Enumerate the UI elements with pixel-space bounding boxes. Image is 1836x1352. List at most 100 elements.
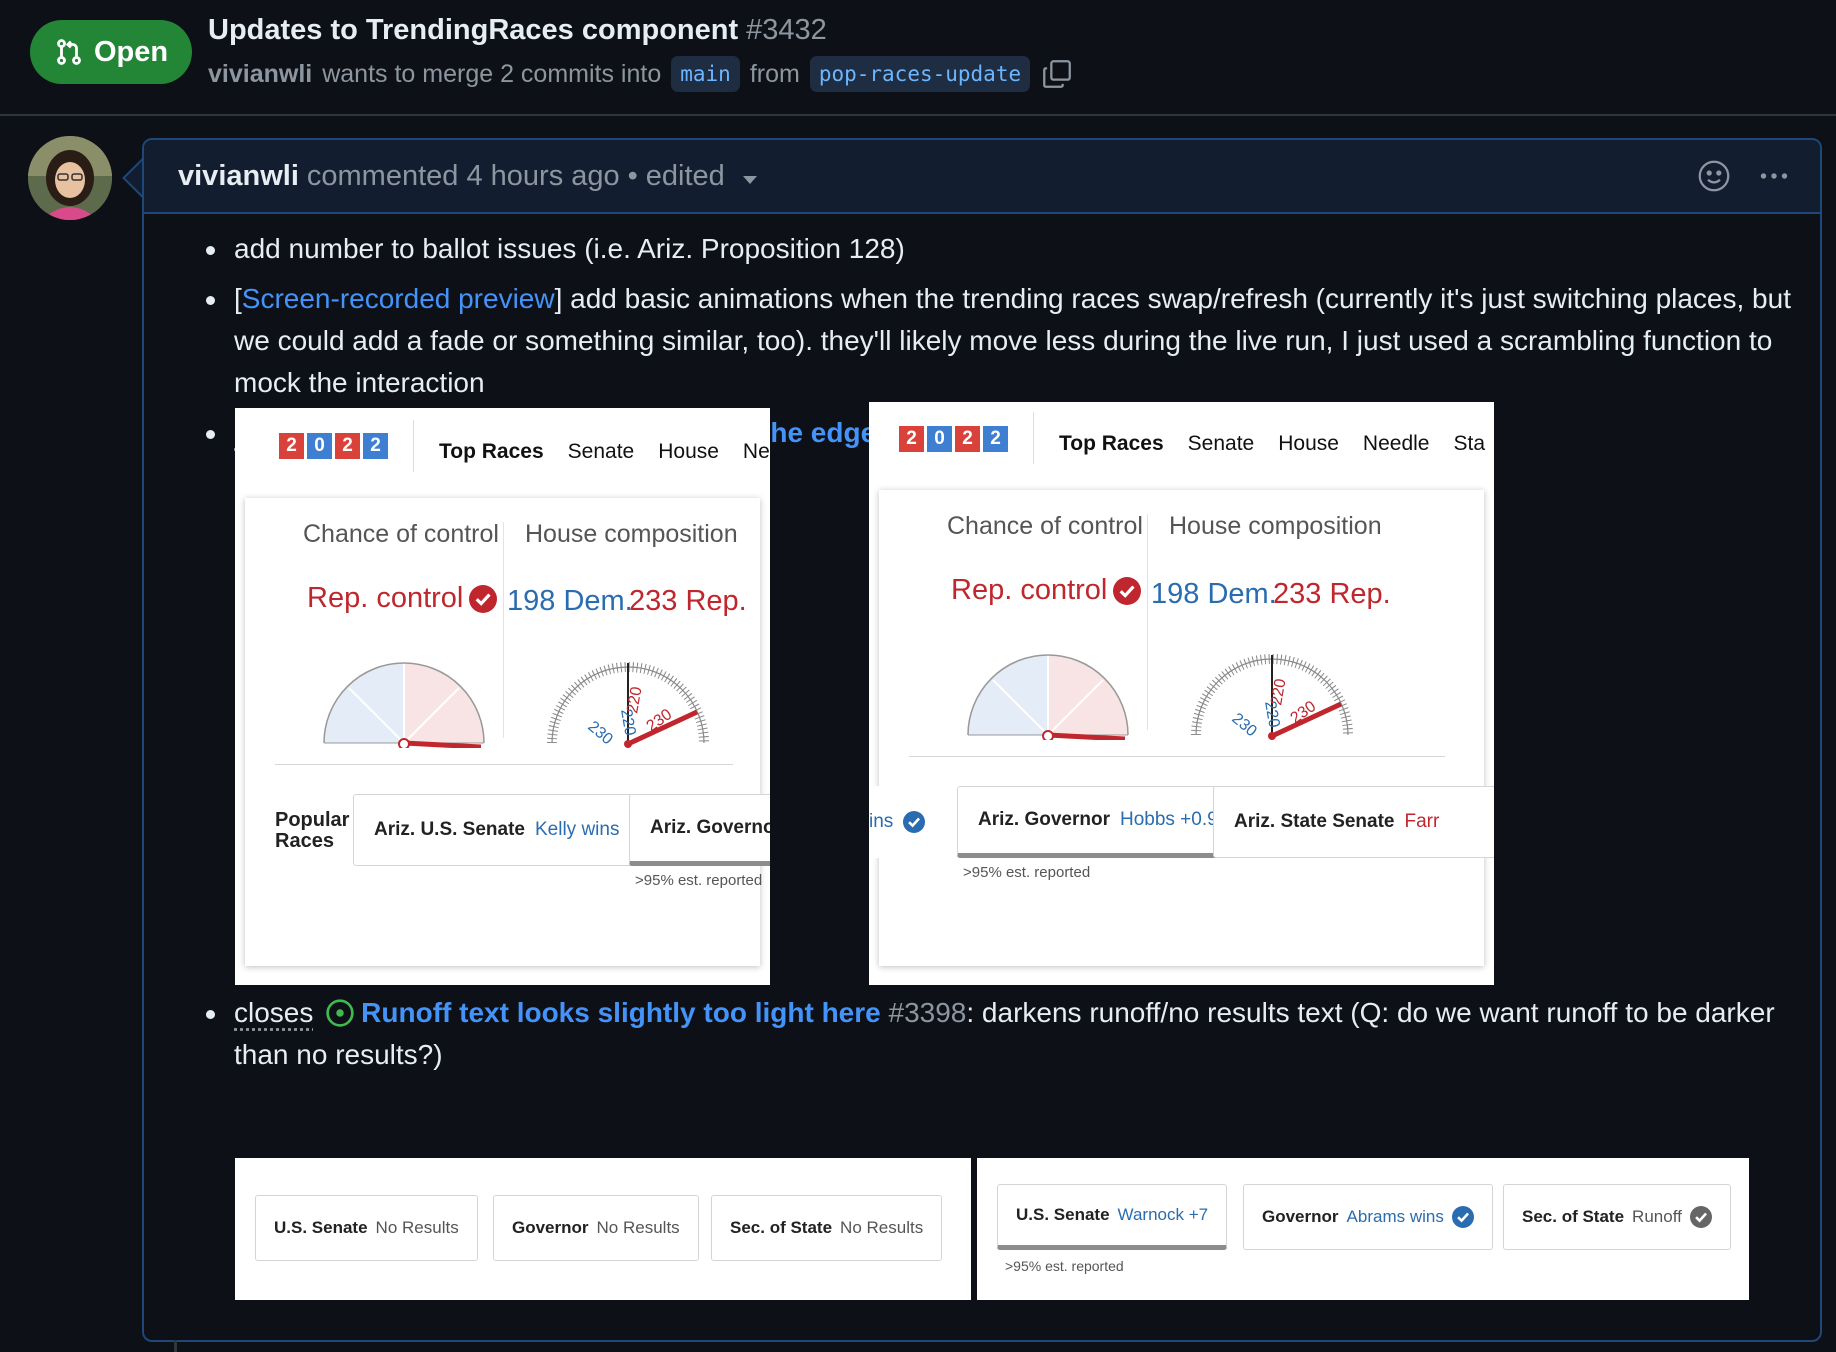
check-circle-icon bbox=[903, 811, 925, 833]
race-card[interactable]: Sec. of State No Results bbox=[711, 1195, 942, 1261]
pr-title-text: Updates to TrendingRaces component bbox=[208, 14, 738, 46]
nav-divider bbox=[413, 420, 414, 472]
race-name: Sec. of State bbox=[1522, 1207, 1624, 1227]
screenshot-right: 2 0 2 2 Top Races Senate House Needle St… bbox=[869, 402, 1494, 985]
race-card[interactable]: U.S. Senate No Results bbox=[255, 1195, 478, 1261]
est-reported: >95% est. reported bbox=[1005, 1258, 1124, 1274]
meta-separator: • bbox=[628, 160, 638, 193]
avatar[interactable] bbox=[28, 136, 112, 220]
race-card[interactable]: Ariz. Governor Hobbs +0.99 bbox=[957, 786, 1249, 858]
tab-needle[interactable]: Needle bbox=[1363, 432, 1430, 456]
dem-seat-count: 198 Dem. bbox=[1151, 578, 1277, 611]
runoff-screenshot-before: U.S. Senate No Results Governor No Resul… bbox=[235, 1158, 971, 1300]
nav-tabs: Top Races Senate House Needle Sta bbox=[1059, 432, 1485, 456]
race-card[interactable]: Ariz. U.S. Senate Kelly wins bbox=[353, 794, 672, 866]
rep-control-label: Rep. control bbox=[951, 574, 1107, 607]
logo-digit: 2 bbox=[899, 426, 924, 452]
chance-of-control-title: Chance of control bbox=[947, 512, 1143, 541]
tab-house[interactable]: House bbox=[658, 440, 719, 464]
comment-timestamp[interactable]: commented 4 hours ago bbox=[307, 160, 620, 193]
merge-text: wants to merge 2 commits into bbox=[322, 60, 661, 89]
control-gauge bbox=[319, 658, 489, 748]
copy-icon[interactable] bbox=[1040, 57, 1074, 91]
race-name: Ariz. Governor bbox=[650, 817, 770, 839]
race-name: U.S. Senate bbox=[274, 1218, 368, 1238]
popular-races-label: Popular Races bbox=[275, 810, 355, 852]
gauge-label: 230 bbox=[584, 718, 615, 748]
comment-header: vivianwli commented 4 hours ago • edited bbox=[144, 140, 1820, 214]
race-status: ins bbox=[869, 811, 893, 833]
pr-title: Updates to TrendingRaces component #3432 bbox=[208, 14, 827, 47]
head-branch[interactable]: pop-races-update bbox=[810, 56, 1030, 92]
race-status: Kelly wins bbox=[535, 819, 619, 841]
pr-status-label: Open bbox=[94, 36, 168, 69]
comment-actions bbox=[1696, 158, 1792, 194]
tab-top-races[interactable]: Top Races bbox=[1059, 432, 1164, 456]
from-text: from bbox=[750, 60, 800, 89]
closes-label[interactable]: closes bbox=[234, 997, 313, 1028]
comment-body-continued: closes Runoff text looks slightly too li… bbox=[234, 992, 1794, 1076]
race-card[interactable]: Sec. of State Runoff bbox=[1503, 1184, 1731, 1250]
rep-control-status: Rep. control bbox=[307, 582, 497, 615]
race-card[interactable]: Ariz. Governor bbox=[629, 794, 770, 866]
rep-seat-count: 233 Rep. bbox=[1273, 578, 1391, 611]
base-branch[interactable]: main bbox=[671, 56, 740, 92]
race-card[interactable]: Governor No Results bbox=[493, 1195, 699, 1261]
tab-house[interactable]: House bbox=[1278, 432, 1339, 456]
results-panel: Chance of control House composition Rep.… bbox=[879, 490, 1484, 966]
race-card[interactable]: U.S. Senate Warnock +7 bbox=[997, 1184, 1227, 1250]
race-name: Ariz. U.S. Senate bbox=[374, 819, 525, 841]
tab-senate[interactable]: Senate bbox=[568, 440, 635, 464]
list-item: closes Runoff text looks slightly too li… bbox=[234, 992, 1794, 1076]
pr-merge-info: vivianwli wants to merge 2 commits into … bbox=[208, 56, 1074, 92]
pr-header: Open Updates to TrendingRaces component #… bbox=[0, 0, 1836, 116]
race-card[interactable]: Ariz. State Senate Farr bbox=[1213, 786, 1494, 858]
est-reported: >95% est. reported bbox=[635, 872, 762, 889]
screen-recorded-preview-link[interactable]: Screen-recorded preview bbox=[242, 283, 555, 314]
race-card[interactable]: Governor Abrams wins bbox=[1243, 1184, 1493, 1250]
nav-divider bbox=[1033, 412, 1034, 464]
rep-seat-count: 233 Rep. bbox=[629, 585, 747, 618]
race-name: Ariz. Governor bbox=[978, 809, 1110, 831]
dem-seat-count: 198 Dem. bbox=[507, 585, 633, 618]
check-circle-icon bbox=[1452, 1206, 1474, 1228]
tab-needle[interactable]: Needle bbox=[743, 440, 770, 464]
bullet-text: add number to ballot issues (i.e. Ariz. … bbox=[234, 233, 905, 264]
column-divider bbox=[1147, 514, 1148, 730]
race-name: Governor bbox=[1262, 1207, 1339, 1227]
issue-opened-icon bbox=[325, 998, 355, 1028]
logo-digit: 0 bbox=[307, 433, 332, 459]
house-composition-title: House composition bbox=[1169, 512, 1382, 541]
tab-top-races[interactable]: Top Races bbox=[439, 440, 544, 464]
gauge-label: 220 bbox=[1268, 677, 1289, 706]
kebab-icon[interactable] bbox=[1756, 158, 1792, 194]
logo-digit: 2 bbox=[363, 433, 388, 459]
git-pull-request-icon bbox=[54, 37, 84, 67]
avatar-image bbox=[28, 136, 112, 220]
logo-2022: 2 0 2 2 bbox=[279, 433, 388, 459]
logo-2022: 2 0 2 2 bbox=[899, 426, 1008, 452]
tab-senate[interactable]: Senate bbox=[1188, 432, 1255, 456]
chevron-down-icon[interactable] bbox=[743, 176, 757, 184]
edited-dropdown[interactable]: edited bbox=[646, 160, 725, 193]
nav-tabs: Top Races Senate House Needle S bbox=[439, 440, 770, 464]
issue-link[interactable]: Runoff text looks slightly too light her… bbox=[361, 997, 881, 1028]
house-seat-gauge: 230 220 220 230 bbox=[1191, 650, 1353, 740]
race-status: Runoff bbox=[1632, 1207, 1682, 1227]
race-name: Sec. of State bbox=[730, 1218, 832, 1238]
smiley-icon[interactable] bbox=[1696, 158, 1732, 194]
race-card[interactable]: ins bbox=[869, 786, 945, 858]
logo-digit: 2 bbox=[983, 426, 1008, 452]
comment-author-link[interactable]: vivianwli bbox=[178, 160, 299, 193]
section-divider bbox=[909, 756, 1445, 757]
results-panel: Chance of control House composition Rep.… bbox=[245, 498, 760, 966]
race-status: No Results bbox=[376, 1218, 459, 1238]
race-status: No Results bbox=[597, 1218, 680, 1238]
chance-of-control-title: Chance of control bbox=[303, 520, 499, 549]
pr-author-link[interactable]: vivianwli bbox=[208, 60, 312, 89]
comment-card: vivianwli commented 4 hours ago • edited… bbox=[142, 138, 1822, 1342]
logo-digit: 2 bbox=[335, 433, 360, 459]
pr-status-badge: Open bbox=[30, 20, 192, 84]
tab-state[interactable]: Sta bbox=[1453, 432, 1485, 456]
comment-meta: vivianwli commented 4 hours ago • edited bbox=[178, 160, 757, 193]
